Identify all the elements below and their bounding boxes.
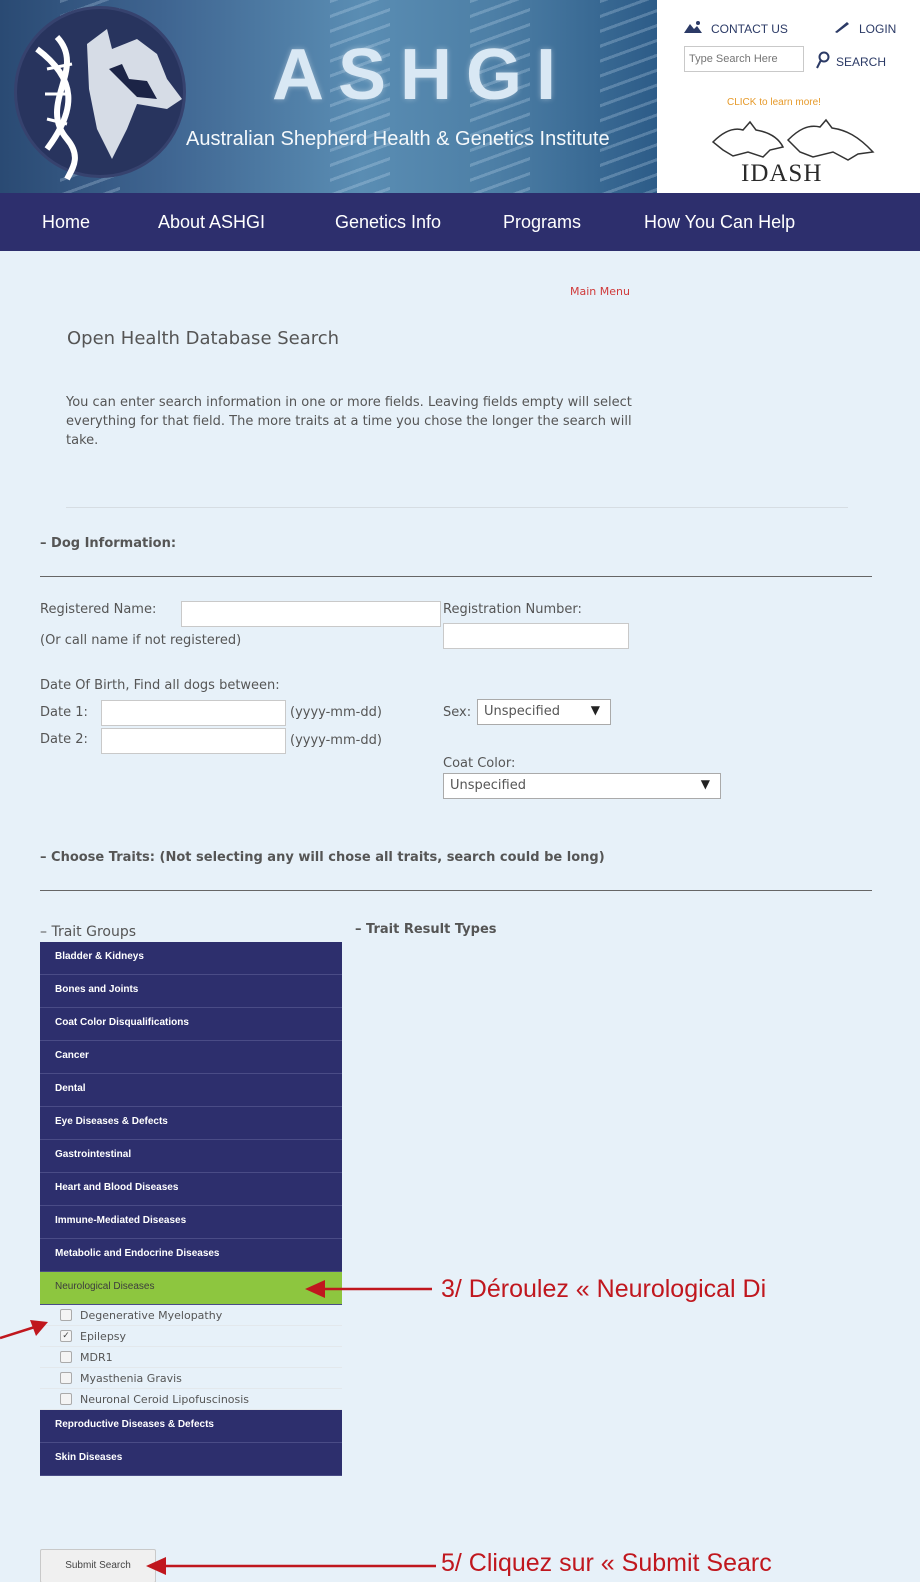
date2-input[interactable] xyxy=(101,728,286,754)
choose-traits-heading[interactable]: – Choose Traits: (Not selecting any will… xyxy=(40,850,605,865)
trait-option[interactable]: Myasthenia Gravis xyxy=(40,1368,342,1389)
arrow-line xyxy=(0,1324,39,1340)
site-title[interactable]: ASHGI xyxy=(272,34,570,116)
sex-select[interactable]: Unspecified ▼ xyxy=(477,699,611,725)
dog-info-heading[interactable]: – Dog Information: xyxy=(40,536,176,551)
site-subtitle: Australian Shepherd Health & Genetics In… xyxy=(186,128,610,150)
trait-result-types-heading[interactable]: – Trait Result Types xyxy=(355,922,497,937)
trait-option[interactable]: Neuronal Ceroid Lipofuscinosis xyxy=(40,1389,342,1410)
contact-us-link[interactable]: CONTACT US xyxy=(683,20,788,37)
trait-group-item[interactable]: Immune-Mediated Diseases xyxy=(40,1206,342,1239)
registered-name-hint: (Or call name if not registered) xyxy=(40,633,242,648)
checkbox-icon[interactable] xyxy=(60,1393,72,1405)
contact-mountain-icon xyxy=(683,20,703,37)
trait-group-item[interactable]: Gastrointestinal xyxy=(40,1140,342,1173)
divider xyxy=(66,507,848,508)
date1-input[interactable] xyxy=(101,700,286,726)
chevron-down-icon: ▼ xyxy=(590,703,600,717)
main-nav: Home About ASHGI Genetics Info Programs … xyxy=(0,193,920,251)
trait-group-item[interactable]: Bones and Joints xyxy=(40,975,342,1008)
trait-label: Neuronal Ceroid Lipofuscinosis xyxy=(80,1392,250,1406)
trait-group-item[interactable]: Metabolic and Endocrine Diseases xyxy=(40,1239,342,1272)
registration-number-label: Registration Number: xyxy=(443,602,582,617)
registered-name-input[interactable] xyxy=(181,601,441,627)
sex-label: Sex: xyxy=(443,705,472,720)
arrow-head-icon xyxy=(146,1557,166,1575)
trait-group-item[interactable]: Skin Diseases xyxy=(40,1443,342,1476)
nav-item-programs[interactable]: Programs xyxy=(503,212,581,233)
nav-item-how-you-can-help[interactable]: How You Can Help xyxy=(644,212,795,233)
trait-group-list: Bladder & Kidneys Bones and Joints Coat … xyxy=(40,942,342,1476)
divider xyxy=(40,890,872,891)
login-label: LOGIN xyxy=(859,21,897,36)
chevron-down-icon: ▼ xyxy=(700,777,710,791)
top-search-input[interactable] xyxy=(684,46,804,72)
search-label: SEARCH xyxy=(836,54,887,69)
idash-wordmark[interactable]: IDASH xyxy=(741,160,822,188)
intro-text: You can enter search information in one … xyxy=(66,395,632,448)
trait-group-item[interactable]: Bladder & Kidneys xyxy=(40,942,342,975)
registered-name-label: Registered Name: xyxy=(40,602,157,617)
page-title: Open Health Database Search xyxy=(67,328,340,349)
trait-group-item[interactable]: Cancer xyxy=(40,1041,342,1074)
date1-label: Date 1: xyxy=(40,705,88,720)
trait-option[interactable]: MDR1 xyxy=(40,1347,342,1368)
search-p-icon xyxy=(814,51,830,72)
pen-icon xyxy=(833,20,851,37)
top-search-button[interactable]: SEARCH xyxy=(814,51,886,72)
main-menu-link[interactable]: Main Menu xyxy=(570,285,630,298)
step3-annotation: 3/ Déroulez « Neurological Di xyxy=(441,1275,767,1303)
login-link[interactable]: LOGIN xyxy=(833,20,896,37)
trait-group-item[interactable]: Heart and Blood Diseases xyxy=(40,1173,342,1206)
coat-color-select[interactable]: Unspecified ▼ xyxy=(443,773,721,799)
contact-us-label: CONTACT US xyxy=(711,21,788,36)
submit-search-button[interactable]: Submit Search xyxy=(40,1549,156,1582)
divider xyxy=(40,576,872,577)
site-header: ASHGI Australian Shepherd Health & Genet… xyxy=(0,0,920,193)
step5-annotation: 5/ Cliquez sur « Submit Searc xyxy=(441,1549,772,1577)
date1-format: (yyyy-mm-dd) xyxy=(290,705,382,720)
nav-item-about[interactable]: About ASHGI xyxy=(158,212,265,233)
trait-group-item[interactable]: Coat Color Disqualifications xyxy=(40,1008,342,1041)
trait-label: MDR1 xyxy=(80,1350,113,1364)
trait-group-item[interactable]: Eye Diseases & Defects xyxy=(40,1107,342,1140)
trait-group-item[interactable]: Dental xyxy=(40,1074,342,1107)
nav-item-genetics-info[interactable]: Genetics Info xyxy=(335,212,441,233)
dog-logo-icon[interactable] xyxy=(14,6,186,181)
nav-item-home[interactable]: Home xyxy=(42,212,90,233)
idash-cta[interactable]: CLICK to learn more! xyxy=(727,97,821,108)
header-banner-image: ASHGI Australian Shepherd Health & Genet… xyxy=(0,0,657,193)
trait-groups-heading[interactable]: – Trait Groups xyxy=(40,924,136,940)
annotation-arrow-submit xyxy=(146,1557,436,1575)
date2-format: (yyyy-mm-dd) xyxy=(290,733,382,748)
coat-color-label: Coat Color: xyxy=(443,756,516,771)
date2-label: Date 2: xyxy=(40,732,88,747)
annotation-arrows xyxy=(0,1280,432,1340)
coat-color-value: Unspecified xyxy=(450,778,526,793)
checkbox-icon[interactable] xyxy=(60,1372,72,1384)
trait-group-item[interactable]: Reproductive Diseases & Defects xyxy=(40,1410,342,1443)
registration-number-input[interactable] xyxy=(443,623,629,649)
sex-value: Unspecified xyxy=(484,704,560,719)
checkbox-icon[interactable] xyxy=(60,1351,72,1363)
arrow-head-icon xyxy=(305,1280,325,1298)
trait-label: Myasthenia Gravis xyxy=(80,1371,182,1385)
dob-label: Date Of Birth, Find all dogs between: xyxy=(40,678,280,693)
